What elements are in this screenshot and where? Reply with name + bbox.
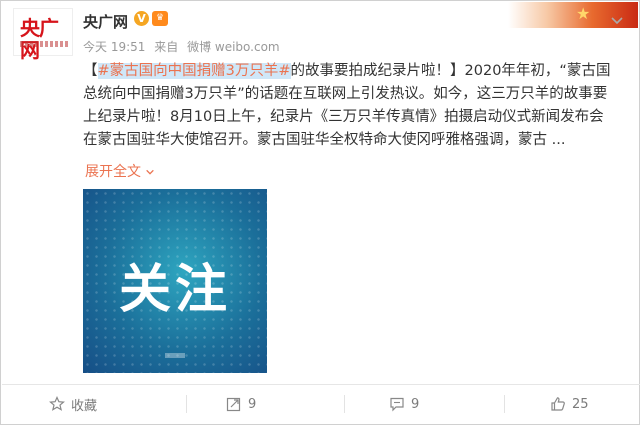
repost-count: 9 <box>248 396 257 412</box>
weibo-post-card: ★ 央广网 央广网 V ♛ 今天 19:51 来自 微博 weibo.com 【… <box>0 0 640 425</box>
action-divider <box>2 384 640 385</box>
post-source[interactable]: 微博 weibo.com <box>187 40 280 54</box>
chevron-down-icon <box>146 169 155 175</box>
expand-full-text-link[interactable]: 展开全文 <box>85 161 155 181</box>
comment-icon <box>390 397 404 412</box>
username[interactable]: 央广网 <box>83 11 128 32</box>
star-icon: ★ <box>576 4 591 23</box>
avatar-logo-text: 央广网 <box>20 16 59 62</box>
repost-icon <box>226 397 241 412</box>
action-separator <box>504 395 505 413</box>
comment-button[interactable]: 9 <box>389 393 419 415</box>
thumbs-up-icon <box>551 397 565 411</box>
avatar-logo-subtext <box>20 41 68 47</box>
post-image[interactable]: 关注 <box>83 189 267 373</box>
verified-badge-icon: V <box>134 11 149 26</box>
action-separator <box>186 395 187 413</box>
post-meta: 今天 19:51 来自 微博 weibo.com <box>83 38 285 55</box>
post-text: 【#蒙古国向中国捐赠3万只羊#的故事要拍成纪录片啦！】2020年年初，“蒙古国总… <box>83 60 613 152</box>
topic-link[interactable]: #蒙古国向中国捐赠3万只羊# <box>97 63 291 79</box>
like-count: 25 <box>572 396 589 412</box>
bracket-open: 【 <box>83 63 98 79</box>
post-time: 今天 19:51 <box>83 40 146 54</box>
avatar[interactable]: 央广网 <box>13 8 73 62</box>
favorite-label: 收藏 <box>71 398 98 414</box>
source-prefix: 来自 <box>154 40 179 54</box>
action-separator <box>344 395 345 413</box>
repost-button[interactable]: 9 <box>226 393 256 415</box>
star-outline-icon <box>49 396 65 411</box>
comment-count: 9 <box>411 396 420 412</box>
like-button[interactable]: 25 <box>550 393 589 415</box>
image-watermark <box>165 353 185 358</box>
expand-label: 展开全文 <box>85 164 141 180</box>
image-text: 关注 <box>118 260 231 320</box>
more-options-icon[interactable] <box>609 12 625 28</box>
member-level-icon: ♛ <box>152 11 168 26</box>
favorite-button[interactable]: 收藏 <box>49 393 97 415</box>
